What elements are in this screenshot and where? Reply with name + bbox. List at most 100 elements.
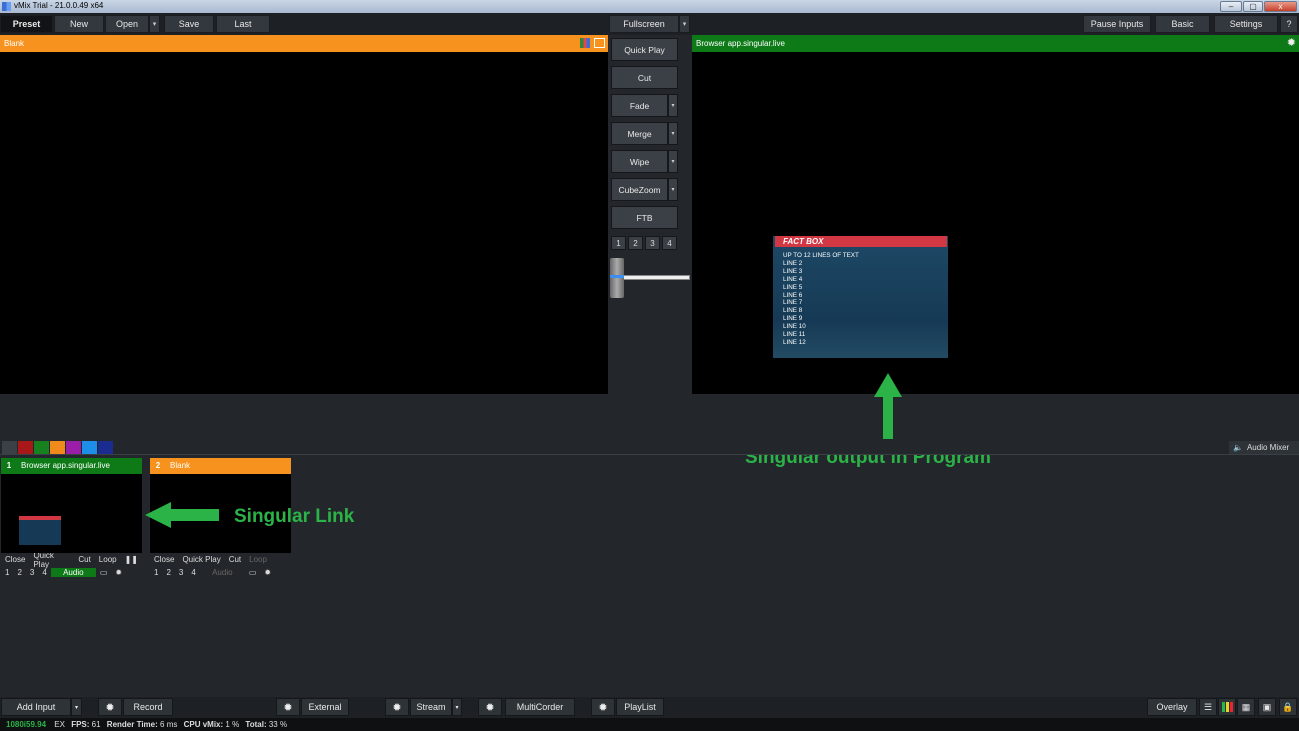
color-swatch-blue[interactable]	[82, 441, 97, 454]
monitor-icon[interactable]: ▭	[245, 568, 261, 577]
status-total: 33 %	[268, 720, 288, 729]
settings-button[interactable]: Settings	[1214, 15, 1278, 33]
transition-3-button[interactable]: 3	[645, 236, 660, 250]
snapshot-icon[interactable]: ▣	[1258, 698, 1276, 716]
ftb-button[interactable]: FTB	[611, 206, 678, 229]
input-title: Browser app.singular.live	[21, 461, 110, 470]
close-button[interactable]: x	[1264, 1, 1297, 12]
input-gear-icon[interactable]: ✹	[111, 568, 126, 577]
audio-mixer-button[interactable]: 🔈 Audio Mixer	[1229, 441, 1299, 454]
preview-popout-icon[interactable]	[594, 38, 605, 48]
overlay-1-button[interactable]: 1	[1, 568, 13, 577]
record-gear-icon[interactable]: ✹	[98, 698, 122, 716]
fullscreen-dropdown-caret[interactable]: ▾	[679, 15, 690, 33]
transition-4-button[interactable]: 4	[662, 236, 677, 250]
input-quick-play-button[interactable]: Quick Play	[178, 555, 224, 564]
merge-dropdown-caret[interactable]: ▾	[668, 122, 678, 145]
minimize-button[interactable]: –	[1220, 1, 1242, 12]
save-button[interactable]: Save	[164, 15, 214, 33]
color-swatch-none[interactable]	[2, 441, 17, 454]
merge-button[interactable]: Merge	[611, 122, 668, 145]
input-1-thumbnail[interactable]	[1, 474, 142, 553]
add-input-dropdown-caret[interactable]: ▾	[71, 698, 82, 716]
external-button[interactable]: External	[301, 698, 349, 716]
speaker-icon: 🔈	[1233, 443, 1243, 452]
input-1-header[interactable]: 1 Browser app.singular.live	[1, 458, 142, 474]
color-swatch-orange[interactable]	[50, 441, 65, 454]
fact-line: LINE 10	[783, 323, 806, 331]
stream-dropdown-caret[interactable]: ▾	[452, 698, 462, 716]
program-header: Browser app.singular.live ✹	[692, 35, 1299, 52]
multicorder-button[interactable]: MultiCorder	[505, 698, 575, 716]
overlay-2-button[interactable]: 2	[162, 568, 174, 577]
input-audio-button[interactable]: Audio	[50, 568, 96, 577]
maximize-button[interactable]: ▢	[1243, 1, 1263, 12]
playlist-gear-icon[interactable]: ✹	[591, 698, 615, 716]
external-gear-icon[interactable]: ✹	[276, 698, 300, 716]
multicorder-gear-icon[interactable]: ✹	[478, 698, 502, 716]
preview-video	[0, 52, 608, 394]
input-cut-button[interactable]: Cut	[74, 555, 94, 564]
transition-1-button[interactable]: 1	[611, 236, 626, 250]
monitor-icon[interactable]: ▭	[96, 568, 112, 577]
wipe-button[interactable]: Wipe	[611, 150, 668, 173]
input-cut-button[interactable]: Cut	[225, 555, 245, 564]
window-title: vMix Trial - 21.0.0.49 x64	[14, 1, 104, 10]
preview-title: Blank	[4, 39, 25, 48]
help-button[interactable]: ?	[1280, 15, 1298, 33]
overlay-3-button[interactable]: 3	[175, 568, 187, 577]
transition-2-button[interactable]: 2	[628, 236, 643, 250]
stream-gear-icon[interactable]: ✹	[385, 698, 409, 716]
overlay-3-button[interactable]: 3	[26, 568, 38, 577]
list-view-icon[interactable]: ☰	[1199, 698, 1217, 716]
program-gear-icon[interactable]: ✹	[1287, 35, 1296, 52]
cubezoom-button[interactable]: CubeZoom	[611, 178, 668, 201]
fade-dropdown-caret[interactable]: ▾	[668, 94, 678, 117]
t-bar-handle[interactable]	[610, 258, 624, 298]
input-audio-button[interactable]: Audio	[200, 568, 245, 577]
new-button[interactable]: New	[54, 15, 104, 33]
color-key-icon[interactable]	[580, 38, 590, 48]
input-loop-button[interactable]: Loop	[95, 555, 121, 564]
color-swatch-red[interactable]	[18, 441, 33, 454]
basic-button[interactable]: Basic	[1155, 15, 1210, 33]
status-fps-label: FPS:	[71, 720, 90, 729]
overlay-1-button[interactable]: 1	[150, 568, 162, 577]
input-number: 2	[155, 461, 161, 470]
input-close-button[interactable]: Close	[1, 555, 29, 564]
overlay-4-button[interactable]: 4	[38, 568, 50, 577]
stream-button[interactable]: Stream	[410, 698, 452, 716]
overlay-button[interactable]: Overlay	[1147, 698, 1197, 716]
pause-inputs-button[interactable]: Pause Inputs	[1083, 15, 1151, 33]
pause-icon[interactable]: ❚❚	[121, 555, 142, 564]
quick-play-button[interactable]: Quick Play	[611, 38, 678, 61]
color-swatch-green[interactable]	[34, 441, 49, 454]
playlist-button[interactable]: PlayList	[616, 698, 664, 716]
cut-button[interactable]: Cut	[611, 66, 678, 89]
fade-button[interactable]: Fade	[611, 94, 668, 117]
input-close-button[interactable]: Close	[150, 555, 178, 564]
add-input-button[interactable]: Add Input	[1, 698, 71, 716]
wipe-dropdown-caret[interactable]: ▾	[668, 150, 678, 173]
color-swatch-purple[interactable]	[66, 441, 81, 454]
status-ex: EX	[54, 720, 65, 729]
color-swatch-navy[interactable]	[98, 441, 113, 454]
audio-meter-icon[interactable]	[1218, 698, 1236, 716]
open-dropdown-caret[interactable]: ▾	[149, 15, 160, 33]
fullscreen-button[interactable]: Fullscreen	[609, 15, 679, 33]
top-toolbar: Preset New Open ▾ Save Last Fullscreen ▾…	[0, 13, 1299, 35]
input-2-header[interactable]: 2 Blank	[150, 458, 291, 474]
input-loop-button[interactable]: Loop	[245, 555, 271, 564]
lock-icon[interactable]: 🔒	[1279, 698, 1297, 716]
input-quick-play-button[interactable]: Quick Play	[29, 551, 74, 569]
cubezoom-dropdown-caret[interactable]: ▾	[668, 178, 678, 201]
preset-button[interactable]: Preset	[0, 15, 53, 33]
overlay-4-button[interactable]: 4	[187, 568, 199, 577]
last-button[interactable]: Last	[216, 15, 270, 33]
input-gear-icon[interactable]: ✹	[260, 568, 275, 577]
input-card-1[interactable]: 1 Browser app.singular.live Close Quick …	[1, 458, 142, 579]
overlay-2-button[interactable]: 2	[13, 568, 25, 577]
open-button[interactable]: Open	[105, 15, 149, 33]
record-button[interactable]: Record	[123, 698, 173, 716]
grid-view-icon[interactable]: ▦	[1237, 698, 1255, 716]
